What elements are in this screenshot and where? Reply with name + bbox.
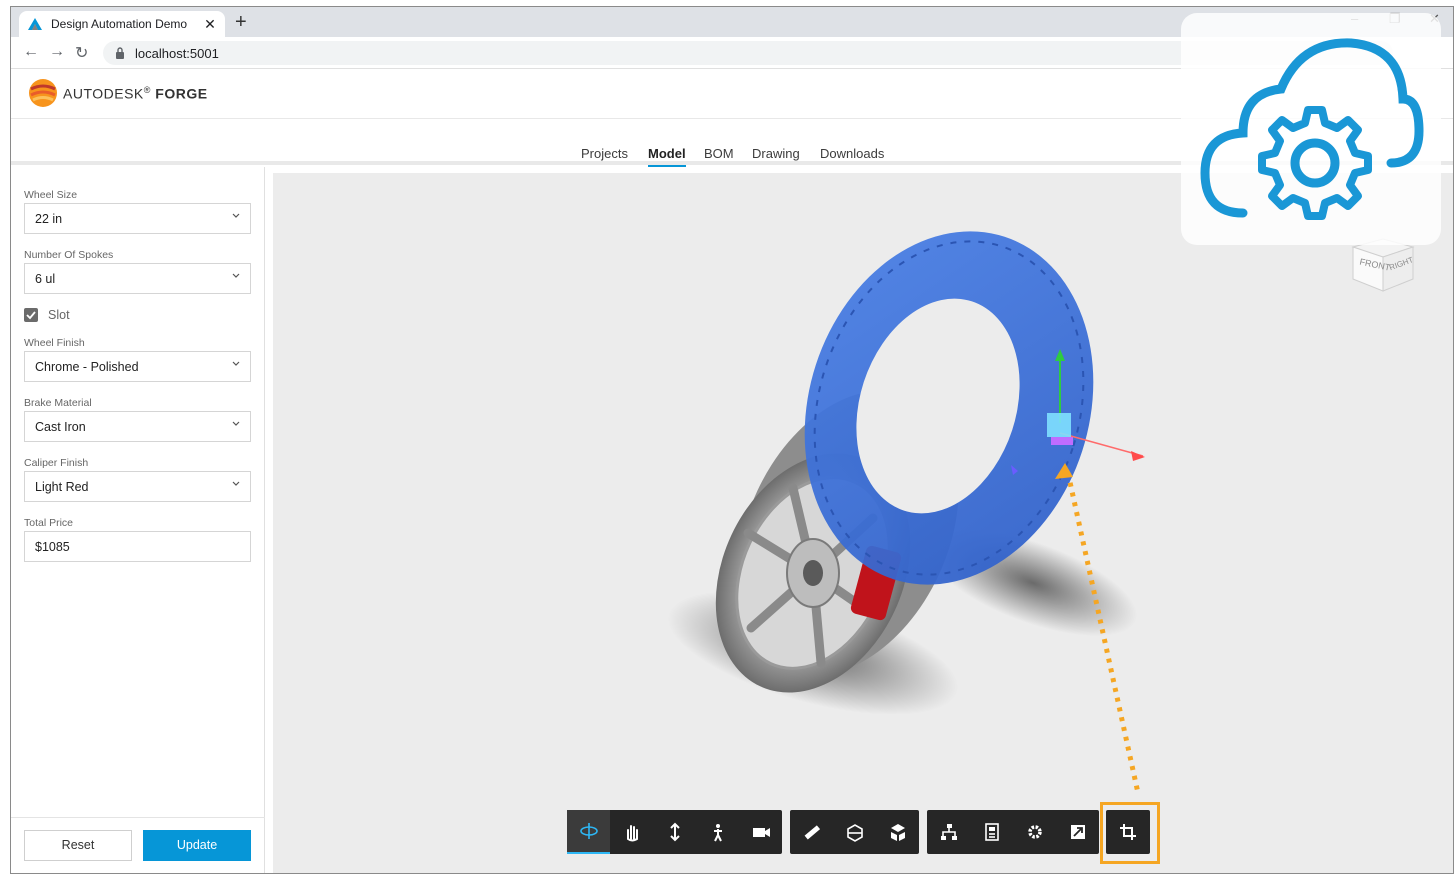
chevron-down-icon [232,481,240,486]
tab-projects[interactable]: Projects [581,146,628,161]
parameters-panel: Wheel Size 22 in Number Of Spokes 6 ul S… [11,167,265,873]
wheel-finish-value: Chrome - Polished [35,360,139,374]
panel-divider [11,817,265,818]
wheel-finish-select[interactable]: Chrome - Polished [24,351,251,382]
total-price-label: Total Price [24,517,74,529]
properties-icon [984,823,999,841]
tab-title: Design Automation Demo [51,17,188,31]
total-price-value: $1085 [35,540,70,554]
section-icon [846,824,863,842]
pan-icon [626,825,638,842]
new-tab-button[interactable]: + [235,12,247,32]
modeling-toolbar [790,810,919,854]
measure-icon [804,825,820,840]
brake-material-select[interactable]: Cast Iron [24,411,251,442]
wheel-finish-label: Wheel Finish [24,337,85,349]
camera-icon [752,828,770,837]
model-viewer[interactable]: FRONT RIGHT [273,173,1454,874]
pan-button[interactable] [610,810,653,854]
properties-button[interactable] [970,810,1013,854]
slot-label: Slot [48,308,70,322]
tab-drawing[interactable]: Drawing [752,146,800,161]
model-browser-button[interactable] [927,810,970,854]
orbit-button[interactable] [567,810,610,854]
back-icon[interactable]: ← [23,43,39,61]
crop-highlight-box [1100,802,1160,864]
settings-icon [1027,825,1042,839]
close-tab-icon[interactable]: ✕ [203,16,217,33]
chevron-down-icon [232,213,240,218]
spokes-value: 6 ul [35,272,56,286]
brand-title: AUTODESK® FORGE [63,85,208,102]
first-person-button[interactable] [696,810,739,854]
reset-button[interactable]: Reset [24,830,132,861]
url-text: localhost:5001 [135,45,219,61]
explode-button[interactable] [876,810,919,854]
brake-material-value: Cast Iron [35,420,86,434]
settings-button[interactable] [1013,810,1056,854]
spokes-select[interactable]: 6 ul [24,263,251,294]
model-canvas[interactable]: FRONT RIGHT [273,173,1454,874]
wheel-size-select[interactable]: 22 in [24,203,251,234]
tab-downloads[interactable]: Downloads [820,146,884,161]
caliper-finish-label: Caliper Finish [24,457,89,469]
lock-icon [116,47,124,59]
forge-logo-icon [29,79,57,107]
slot-checkbox[interactable] [24,308,38,322]
brake-material-label: Brake Material [24,397,92,409]
measure-button[interactable] [790,810,833,854]
fullscreen-button[interactable] [1056,810,1099,854]
tab-bom[interactable]: BOM [704,146,734,161]
chevron-down-icon [232,421,240,426]
update-button[interactable]: Update [143,830,251,861]
spokes-label: Number Of Spokes [24,249,114,261]
autodesk-favicon-icon [28,18,42,30]
total-price-field[interactable]: $1085 [24,531,251,562]
viewcube[interactable]: FRONT RIGHT [1351,238,1415,292]
zoom-icon [669,822,680,842]
design-automation-overlay [1181,13,1441,245]
cloud-gear-icon [1200,38,1424,220]
caliper-finish-value: Light Red [35,480,89,494]
settings-toolbar [927,810,1099,854]
wheel-size-label: Wheel Size [24,189,78,201]
chevron-down-icon [232,273,240,278]
fullscreen-icon [1070,825,1085,839]
forward-icon[interactable]: → [49,43,65,61]
zoom-button[interactable] [653,810,696,854]
camera-button[interactable] [739,810,782,854]
wheel-size-value: 22 in [35,212,63,226]
tab-model[interactable]: Model [648,146,686,167]
explode-icon [890,824,905,841]
navigation-toolbar [567,810,782,854]
section-button[interactable] [833,810,876,854]
caliper-finish-select[interactable]: Light Red [24,471,251,502]
chevron-down-icon [232,361,240,366]
reload-icon[interactable]: ↻ [75,43,88,63]
checkmark-icon [26,311,36,320]
orbit-icon [579,823,598,839]
browser-tab[interactable]: Design Automation Demo ✕ [19,11,225,37]
first-person-icon [713,824,722,842]
model-browser-icon [940,824,957,840]
